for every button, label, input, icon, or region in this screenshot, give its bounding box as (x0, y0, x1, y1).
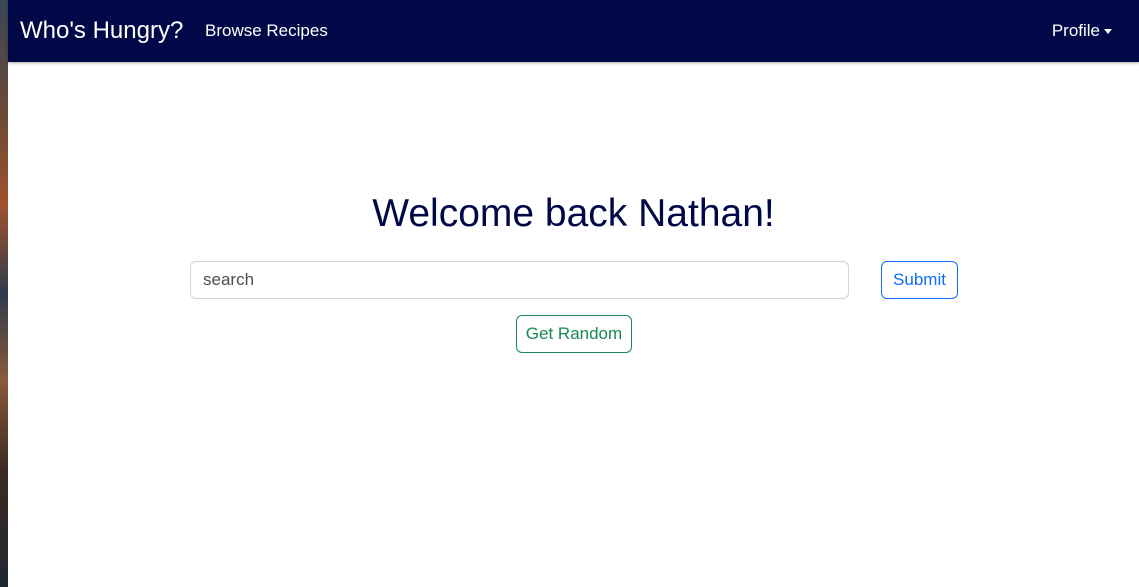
profile-dropdown[interactable]: Profile (1052, 20, 1112, 42)
app-window: Who's Hungry? Browse Recipes Profile Wel… (8, 0, 1139, 587)
nav-link-browse-recipes[interactable]: Browse Recipes (205, 20, 328, 42)
submit-button[interactable]: Submit (881, 261, 958, 299)
top-navbar: Who's Hungry? Browse Recipes Profile (8, 0, 1139, 62)
caret-down-icon (1104, 28, 1112, 34)
desktop-background (0, 0, 8, 587)
get-random-button[interactable]: Get Random (516, 315, 632, 353)
search-input[interactable] (190, 261, 849, 299)
profile-label: Profile (1051, 21, 1100, 40)
welcome-title: Welcome back Nathan! (372, 192, 775, 235)
brand-link[interactable]: Who's Hungry? (20, 15, 183, 47)
